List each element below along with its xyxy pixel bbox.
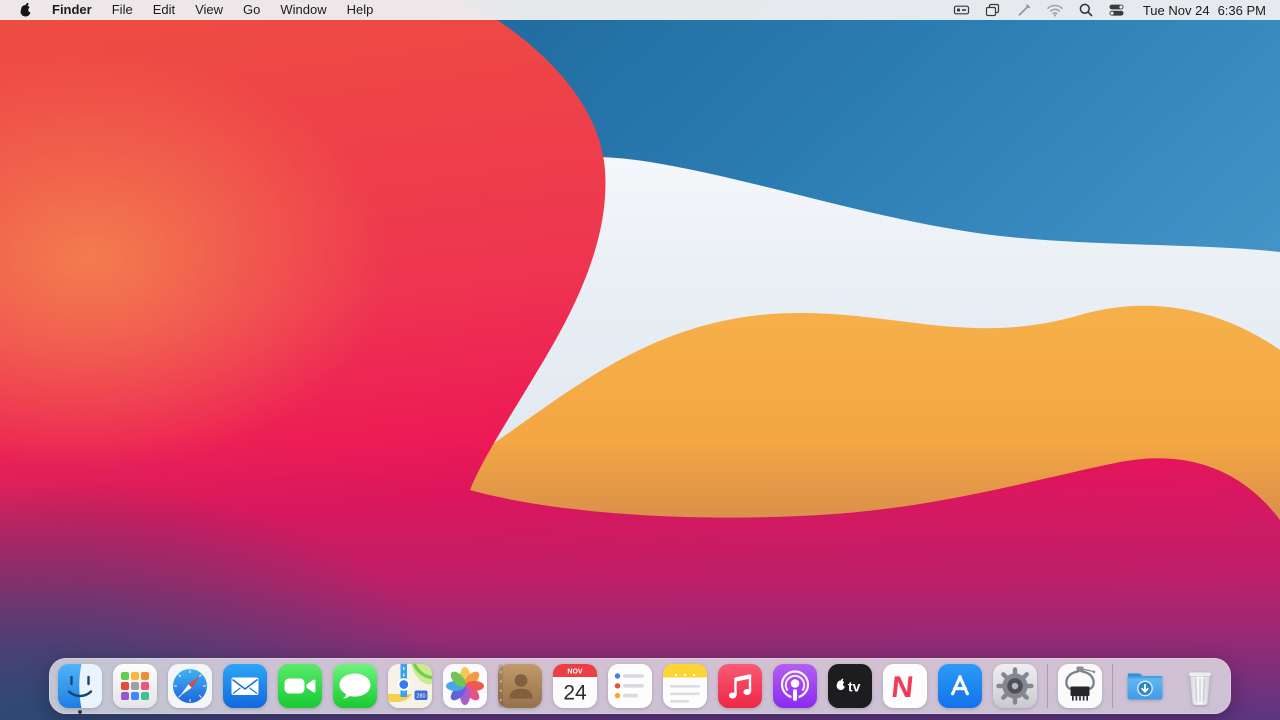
menu-item-finder[interactable]: Finder [52, 0, 92, 20]
apple-menu[interactable] [18, 2, 33, 18]
menu-item-edit[interactable]: Edit [153, 0, 175, 20]
dock-separator [1112, 664, 1113, 708]
dock-separator [1047, 664, 1048, 708]
keyboard-icon[interactable] [953, 1, 971, 19]
maps-route-label: 280 [417, 693, 426, 699]
clock-date: Tue Nov 24 [1142, 2, 1210, 18]
menu-item-go[interactable]: Go [243, 0, 260, 20]
dock-claw-utility-icon[interactable] [1057, 663, 1103, 709]
menu-item-window[interactable]: Window [280, 0, 326, 20]
dock: 280 NOV 24 tv N [49, 658, 1231, 714]
app-menus: Finder File Edit View Go Window Help [52, 0, 373, 20]
dock-tv-icon[interactable]: tv [827, 663, 873, 709]
clock-time: 6:36 PM [1217, 2, 1266, 18]
dock-facetime-icon[interactable] [277, 663, 323, 709]
menu-bar-clock[interactable]: Tue Nov 24 6:36 PM [1143, 3, 1266, 18]
dock-trash-icon[interactable] [1177, 663, 1223, 709]
dock-messages-icon[interactable] [332, 663, 378, 709]
finder-running-indicator [78, 710, 82, 714]
dock-calendar-icon[interactable]: NOV 24 [552, 663, 598, 709]
dock-reminders-icon[interactable] [607, 663, 653, 709]
calendar-month-label: NOV [567, 669, 583, 676]
desktop-wallpaper[interactable] [0, 0, 1280, 720]
dock-system-preferences-icon[interactable] [992, 663, 1038, 709]
menu-item-help[interactable]: Help [347, 0, 374, 20]
dock-notes-icon[interactable] [662, 663, 708, 709]
wifi-icon[interactable] [1046, 1, 1064, 19]
tv-label: tv [848, 679, 861, 695]
dock-news-icon[interactable]: N [882, 663, 928, 709]
menu-bar-status-area: Tue Nov 24 6:36 PM [953, 1, 1266, 19]
desktop-screen: Finder File Edit View Go Window Help Tue… [0, 0, 1280, 720]
control-center-icon[interactable] [1108, 1, 1126, 19]
dock-safari-icon[interactable] [167, 663, 213, 709]
menu-item-file[interactable]: File [112, 0, 133, 20]
dock-appstore-icon[interactable] [937, 663, 983, 709]
calendar-day-label: 24 [563, 682, 587, 705]
menu-item-view[interactable]: View [195, 0, 223, 20]
news-letter: N [890, 671, 915, 704]
dock-finder-icon[interactable] [57, 663, 103, 714]
dock-podcasts-icon[interactable] [772, 663, 818, 709]
apple-logo-icon [20, 2, 33, 17]
spotlight-icon[interactable] [1077, 1, 1095, 19]
displays-icon[interactable] [984, 1, 1002, 19]
dock-maps-icon[interactable]: 280 [387, 663, 433, 709]
dock-music-icon[interactable] [717, 663, 763, 709]
dock-contacts-icon[interactable] [497, 663, 543, 709]
dock-mail-icon[interactable] [222, 663, 268, 709]
menu-bar: Finder File Edit View Go Window Help Tue… [0, 0, 1280, 20]
dock-launchpad-icon[interactable] [112, 663, 158, 709]
dock-downloads-folder-icon[interactable] [1122, 663, 1168, 709]
dock-photos-icon[interactable] [442, 663, 488, 709]
pencil-icon[interactable] [1015, 1, 1033, 19]
